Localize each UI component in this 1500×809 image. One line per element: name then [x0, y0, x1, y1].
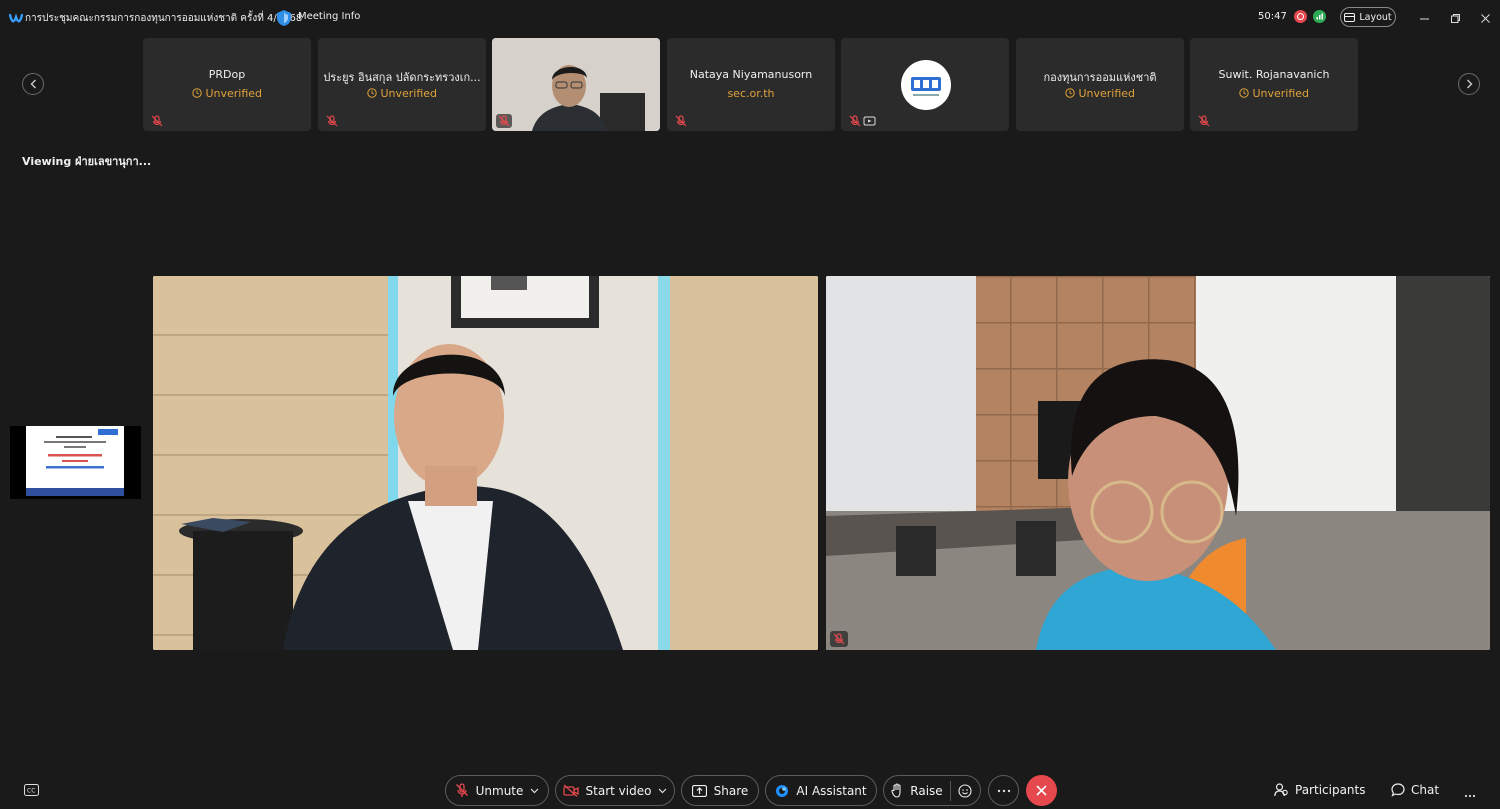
status-label: Unverified	[1252, 87, 1310, 100]
participant-tile[interactable]: PRDop Unverified	[143, 38, 311, 131]
minimize-button[interactable]	[1414, 8, 1434, 28]
clock-icon	[192, 88, 202, 98]
raise-hand-button[interactable]: Raise	[883, 775, 981, 806]
muted-mic-icon	[326, 115, 338, 127]
reactions-icon[interactable]	[958, 783, 973, 798]
unmute-label: Unmute	[475, 783, 524, 798]
participants-button[interactable]: Participants	[1274, 783, 1366, 797]
ai-assistant-label: AI Assistant	[796, 783, 867, 798]
status-label: Unverified	[1078, 87, 1136, 100]
video-feed-man	[153, 276, 818, 650]
participant-name: PRDop	[208, 68, 246, 81]
close-icon	[1480, 13, 1490, 23]
active-speaker-video[interactable]	[153, 276, 818, 650]
organization-logo	[901, 60, 951, 110]
chevron-right-icon	[1466, 79, 1472, 89]
participant-video-woman[interactable]	[826, 276, 1490, 650]
restore-button[interactable]	[1445, 8, 1465, 28]
svg-text:CC: CC	[27, 788, 35, 795]
meeting-timer: 50:47	[1258, 11, 1287, 22]
raise-hand-icon	[891, 783, 901, 798]
muted-mic-icon	[151, 115, 163, 127]
clock-icon	[1239, 88, 1249, 98]
participant-video-feed	[492, 38, 660, 131]
more-panels-button[interactable]	[1464, 783, 1476, 802]
muted-mic-icon	[1198, 115, 1210, 127]
strip-prev-button[interactable]	[22, 73, 44, 95]
participant-status: Unverified	[318, 87, 486, 100]
ai-assistant-icon	[776, 784, 789, 797]
participant-video-tile[interactable]	[492, 38, 660, 131]
share-screen-icon	[691, 784, 707, 797]
toolbar-divider	[949, 780, 951, 801]
viewing-label: Viewing ฝ่ายเลขานุกา...	[22, 155, 152, 168]
chevron-down-icon	[530, 788, 539, 793]
video-feed-woman	[826, 276, 1490, 650]
participant-name: Suwit. Rojanavanich	[1218, 68, 1330, 81]
webex-logo-icon	[9, 13, 23, 23]
participant-tile[interactable]: ประยูร อินสกุล ปลัดกระทรวงเก... Unverifi…	[318, 38, 486, 131]
muted-mic-icon	[830, 631, 848, 647]
participant-status: Unverified	[143, 87, 311, 100]
status-label: Unverified	[205, 87, 263, 100]
chat-button[interactable]: Chat	[1391, 783, 1439, 797]
muted-mic-icon	[849, 115, 861, 127]
status-label: Unverified	[380, 87, 438, 100]
start-video-label: Start video	[585, 783, 652, 798]
ai-assistant-button[interactable]: AI Assistant	[765, 775, 877, 806]
participant-tile[interactable]: กองทุนการออมแห่งชาติ Unverified	[1016, 38, 1184, 131]
participant-domain: sec.or.th	[727, 87, 775, 100]
muted-mic-icon	[455, 783, 468, 797]
shared-slide-preview	[26, 426, 124, 496]
participant-name: Nataya Niyamanusorn	[689, 68, 813, 81]
participant-name: กองทุนการออมแห่งชาติ	[1043, 71, 1157, 84]
layout-button[interactable]: Layout	[1340, 7, 1396, 27]
meeting-info-button[interactable]: Meeting Info	[298, 11, 360, 22]
chat-label: Chat	[1411, 783, 1440, 797]
chevron-down-icon	[659, 788, 667, 793]
participants-label: Participants	[1295, 783, 1366, 797]
video-off-icon	[562, 784, 579, 797]
sharing-icon	[863, 116, 876, 126]
muted-mic-icon	[675, 115, 687, 127]
participant-status: Unverified	[1016, 87, 1184, 100]
more-dots-icon	[1464, 794, 1476, 798]
recording-icon[interactable]	[1294, 10, 1307, 23]
participant-tile[interactable]	[841, 38, 1009, 131]
clock-icon	[367, 88, 377, 98]
start-video-button[interactable]: Start video	[555, 775, 675, 806]
connection-signal-icon[interactable]	[1313, 10, 1326, 23]
close-icon	[1036, 785, 1047, 796]
clock-icon	[1065, 88, 1075, 98]
muted-mic-icon	[496, 114, 512, 128]
participants-icon	[1274, 783, 1288, 797]
more-dots-icon	[997, 789, 1010, 792]
close-window-button[interactable]	[1475, 8, 1495, 28]
captions-icon[interactable]: CC	[24, 784, 39, 796]
raise-label: Raise	[910, 783, 943, 798]
chevron-left-icon	[30, 79, 36, 89]
participant-name: ประยูร อินสกุล ปลัดกระทรวงเก...	[323, 71, 481, 84]
layout-label: Layout	[1359, 11, 1392, 23]
layout-grid-icon	[1344, 12, 1356, 22]
restore-icon	[1450, 13, 1460, 23]
participant-tile[interactable]: Nataya Niyamanusorn sec.or.th	[667, 38, 835, 131]
meeting-title: การประชุมคณะกรรมการกองทุนการออมแห่งชาติ …	[25, 13, 303, 24]
share-label: Share	[713, 783, 749, 798]
leave-meeting-button[interactable]	[1026, 775, 1057, 806]
chat-bubble-icon	[1391, 783, 1405, 797]
participant-status: Unverified	[1190, 87, 1358, 100]
unmute-button[interactable]: Unmute	[445, 775, 549, 806]
shield-icon	[277, 10, 291, 26]
participant-tile[interactable]: Suwit. Rojanavanich Unverified	[1190, 38, 1358, 131]
share-button[interactable]: Share	[681, 775, 759, 806]
strip-next-button[interactable]	[1458, 73, 1480, 95]
more-options-button[interactable]	[988, 775, 1019, 806]
minimize-icon	[1419, 18, 1429, 19]
